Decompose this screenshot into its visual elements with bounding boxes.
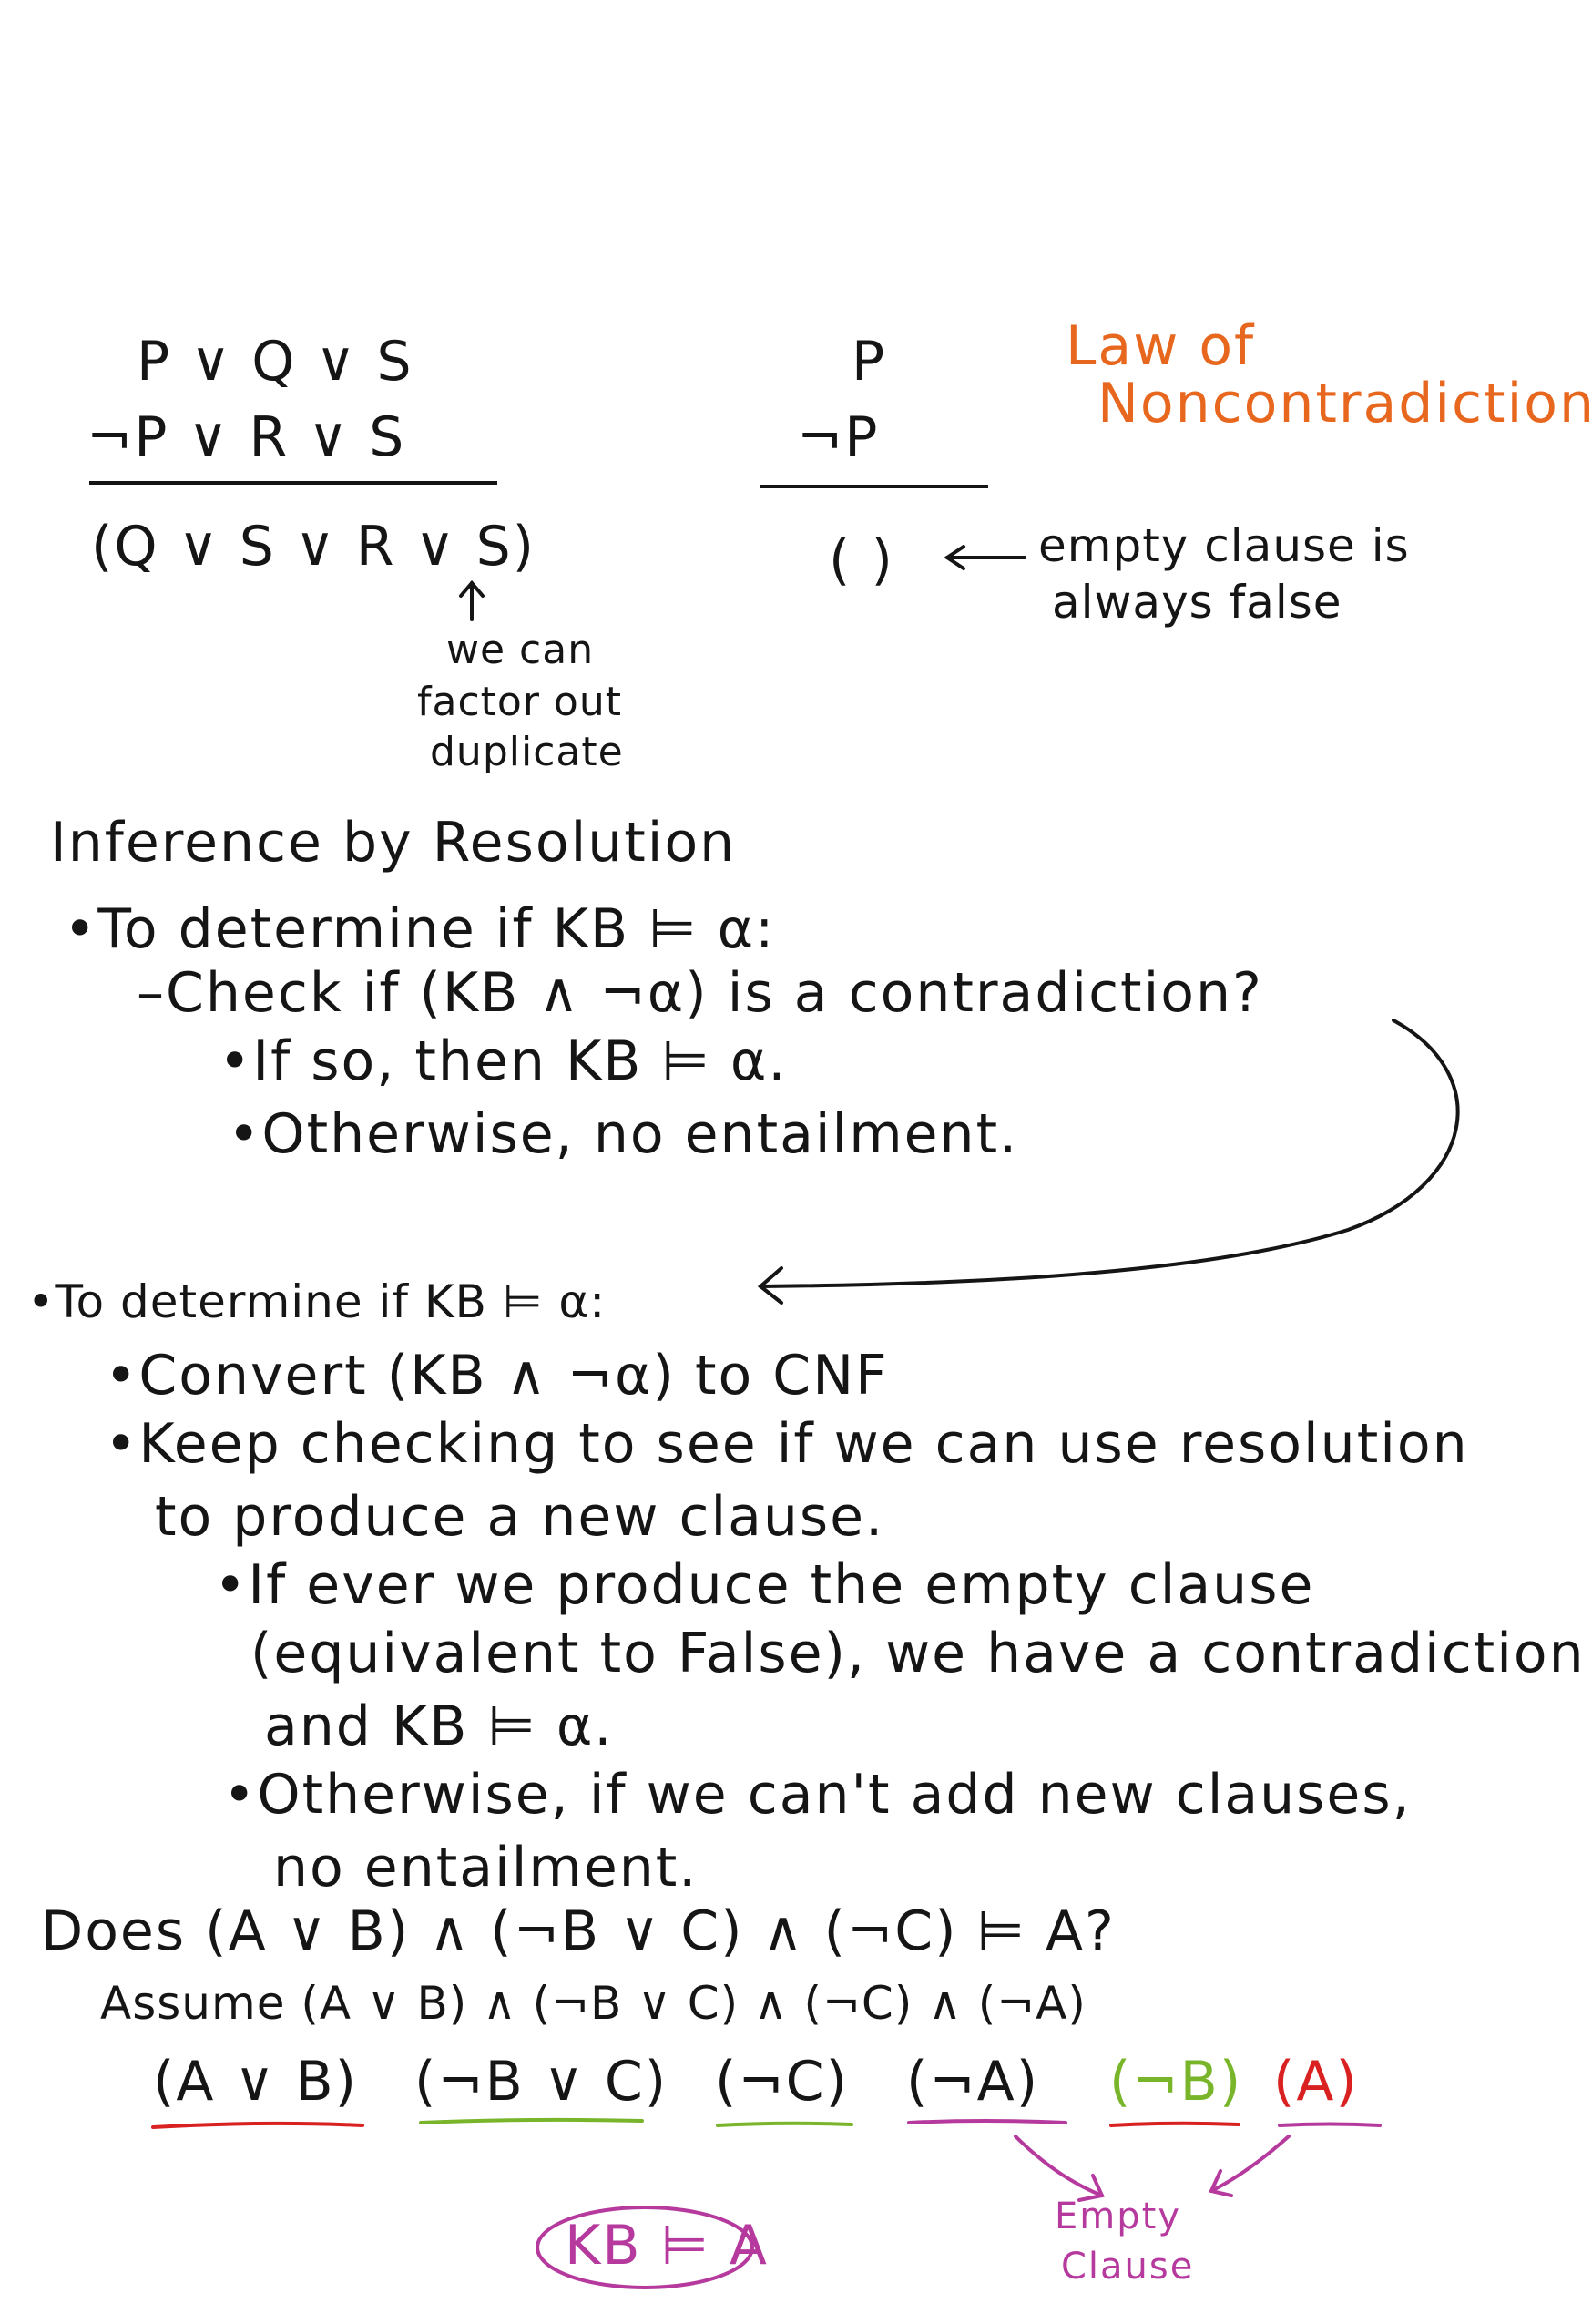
notes-page: P ∨ Q ∨ S ¬P ∨ R ∨ S (Q ∨ S ∨ R ∨ S) we … [0,0,1592,2324]
conclusion-oval [536,2206,754,2289]
up-arrow-icon [459,579,485,621]
left-arrow-icon [944,545,1026,570]
curved-arrow-icon [757,1019,1460,1305]
underline-red-2 [1109,2121,1240,2127]
arrow-to-empty-clause-icon [1014,2135,1291,2202]
annotation-strokes [151,545,1460,2289]
underline-green-2 [716,2121,853,2127]
underline-red-1 [151,2121,364,2129]
underline-purple-2 [1278,2122,1382,2127]
underline-purple-1 [907,2119,1067,2124]
underline-green-1 [419,2117,644,2124]
